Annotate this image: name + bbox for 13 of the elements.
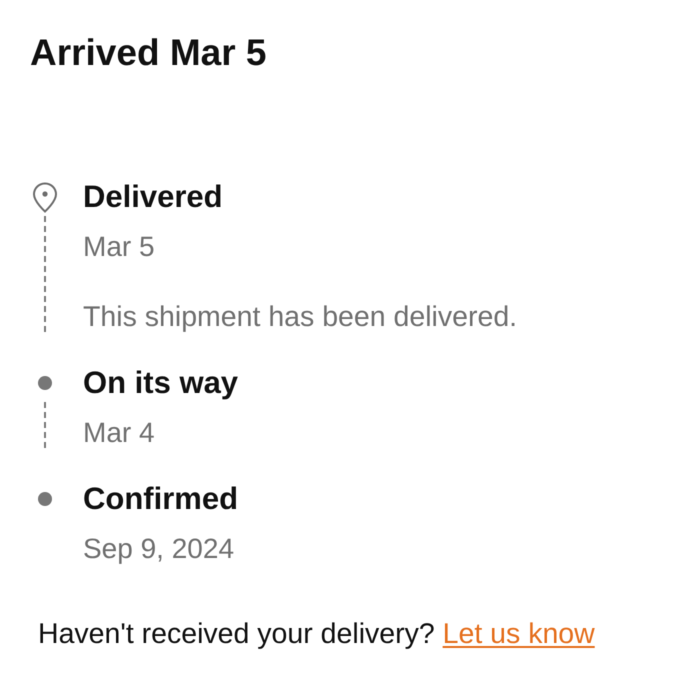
status-dot-icon xyxy=(38,492,52,506)
status-title: Delivered xyxy=(83,179,224,215)
status-title: On its way xyxy=(83,365,240,401)
location-pin-icon xyxy=(32,182,58,212)
status-date: Mar 5 xyxy=(83,230,156,264)
status-title: Confirmed xyxy=(83,481,239,517)
status-date: Mar 4 xyxy=(83,416,156,450)
status-date: Sep 9, 2024 xyxy=(83,532,236,566)
delivery-help-text: Haven't received your delivery? Let us know xyxy=(38,618,596,650)
let-us-know-link[interactable]: Let us know xyxy=(442,618,595,650)
status-dot-icon xyxy=(38,376,52,390)
status-note: This shipment has been delivered. xyxy=(83,300,518,334)
page-title: Arrived Mar 5 xyxy=(30,31,268,75)
